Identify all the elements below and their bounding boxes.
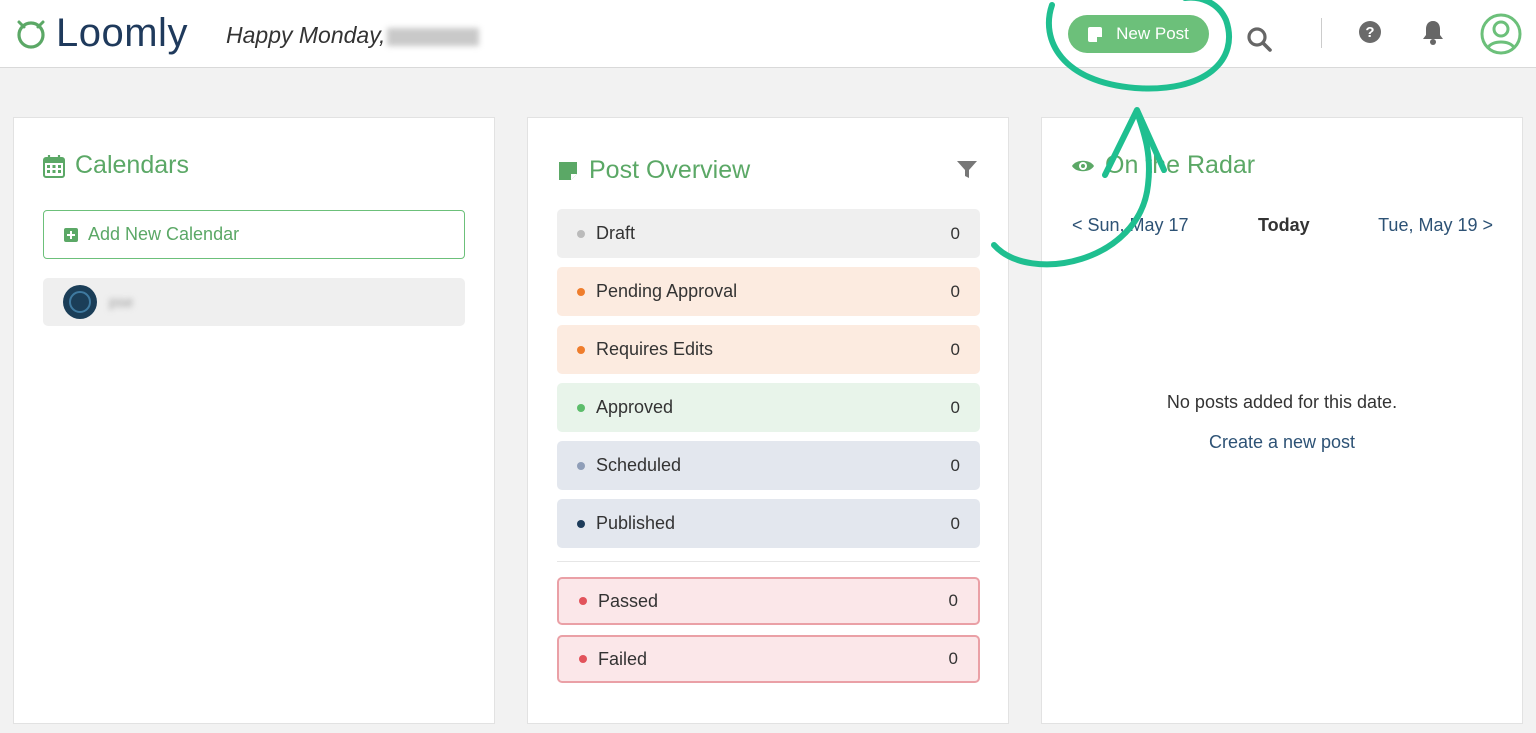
add-new-calendar-button[interactable]: Add New Calendar bbox=[43, 210, 465, 259]
status-dot bbox=[579, 597, 587, 605]
status-label: Pending Approval bbox=[596, 281, 738, 301]
status-label: Passed bbox=[598, 590, 659, 611]
status-label: Approved bbox=[596, 397, 674, 417]
status-count: 0 bbox=[950, 223, 960, 243]
post-overview-title: Post Overview bbox=[557, 156, 750, 185]
status-label: Requires Edits bbox=[596, 339, 714, 359]
status-count: 0 bbox=[948, 649, 958, 668]
user-avatar-icon bbox=[1480, 13, 1522, 55]
on-the-radar-title-text: On the Radar bbox=[1105, 151, 1256, 179]
new-post-button[interactable]: New Post bbox=[1068, 15, 1209, 53]
help-button[interactable]: ? bbox=[1359, 21, 1381, 43]
user-avatar-button[interactable] bbox=[1480, 13, 1522, 55]
status-count: 0 bbox=[950, 513, 960, 533]
status-row-published[interactable]: Published 0 bbox=[557, 499, 980, 548]
next-day-link[interactable]: Tue, May 19 > bbox=[1378, 215, 1493, 236]
new-post-label: New Post bbox=[1116, 24, 1189, 43]
greeting-comma: , bbox=[379, 22, 386, 48]
on-the-radar-title: On the Radar bbox=[1071, 151, 1255, 180]
status-label: Draft bbox=[596, 223, 636, 243]
status-row-draft[interactable]: Draft 0 bbox=[557, 209, 980, 258]
calendar-list-item[interactable]: pse bbox=[43, 278, 465, 326]
search-button[interactable] bbox=[1245, 25, 1275, 55]
today-link[interactable]: Today bbox=[1258, 215, 1310, 236]
status-dot bbox=[579, 655, 587, 663]
status-row-failed[interactable]: Failed 0 bbox=[557, 635, 980, 683]
status-count: 0 bbox=[950, 397, 960, 417]
greeting: Happy Monday, bbox=[226, 22, 480, 49]
eye-icon bbox=[1072, 160, 1094, 171]
status-row-approved[interactable]: Approved 0 bbox=[557, 383, 980, 432]
calendars-card: Calendars Add New Calendar pse bbox=[13, 117, 495, 724]
status-label: Published bbox=[596, 513, 676, 533]
notifications-button[interactable] bbox=[1420, 18, 1446, 46]
previous-day-link[interactable]: < Sun, May 17 bbox=[1072, 215, 1189, 236]
status-label: Scheduled bbox=[596, 455, 682, 475]
create-new-post-link[interactable]: Create a new post bbox=[1042, 432, 1522, 453]
add-new-calendar-label: Add New Calendar bbox=[88, 224, 240, 244]
note-icon bbox=[1088, 26, 1103, 42]
status-divider bbox=[557, 561, 980, 562]
status-row-pending-approval[interactable]: Pending Approval 0 bbox=[557, 267, 980, 316]
status-count: 0 bbox=[950, 281, 960, 301]
status-label: Failed bbox=[598, 648, 648, 669]
status-dot bbox=[577, 287, 585, 296]
loomly-cat-icon bbox=[17, 20, 45, 49]
status-row-requires-edits[interactable]: Requires Edits 0 bbox=[557, 325, 980, 374]
post-overview-card: Post Overview Draft 0 Pending Approval 0… bbox=[527, 117, 1009, 724]
on-the-radar-card: On the Radar < Sun, May 17 Today Tue, Ma… bbox=[1041, 117, 1523, 724]
status-dot bbox=[577, 345, 585, 354]
note-icon bbox=[559, 161, 577, 180]
status-count: 0 bbox=[948, 591, 958, 610]
status-dot bbox=[577, 519, 585, 528]
status-dot bbox=[577, 229, 585, 238]
calendar-name: pse bbox=[109, 293, 134, 311]
status-row-passed[interactable]: Passed 0 bbox=[557, 577, 980, 625]
user-name-blurred bbox=[387, 27, 480, 46]
empty-state-text: No posts added for this date. bbox=[1166, 392, 1398, 412]
calendar-icon bbox=[43, 154, 65, 178]
help-icon: ? bbox=[1365, 23, 1375, 41]
filter-button[interactable] bbox=[956, 160, 978, 180]
status-dot bbox=[577, 461, 585, 470]
greeting-text: Happy Monday bbox=[226, 22, 379, 48]
plus-square-icon bbox=[64, 227, 78, 242]
status-count: 0 bbox=[950, 455, 960, 475]
top-header: Loomly Happy Monday, New Post ? bbox=[0, 0, 1536, 68]
status-dot bbox=[577, 403, 585, 412]
status-row-scheduled[interactable]: Scheduled 0 bbox=[557, 441, 980, 490]
logo-text: Loomly bbox=[56, 11, 188, 55]
header-divider bbox=[1321, 18, 1322, 48]
calendar-avatar bbox=[63, 285, 97, 319]
calendars-title: Calendars bbox=[43, 151, 189, 180]
status-count: 0 bbox=[950, 339, 960, 359]
bell-icon bbox=[1423, 21, 1443, 45]
loomly-logo[interactable]: Loomly bbox=[14, 10, 188, 56]
search-icon bbox=[1247, 27, 1272, 52]
post-overview-title-text: Post Overview bbox=[589, 156, 751, 184]
filter-icon bbox=[957, 161, 977, 178]
calendars-title-text: Calendars bbox=[75, 151, 189, 179]
